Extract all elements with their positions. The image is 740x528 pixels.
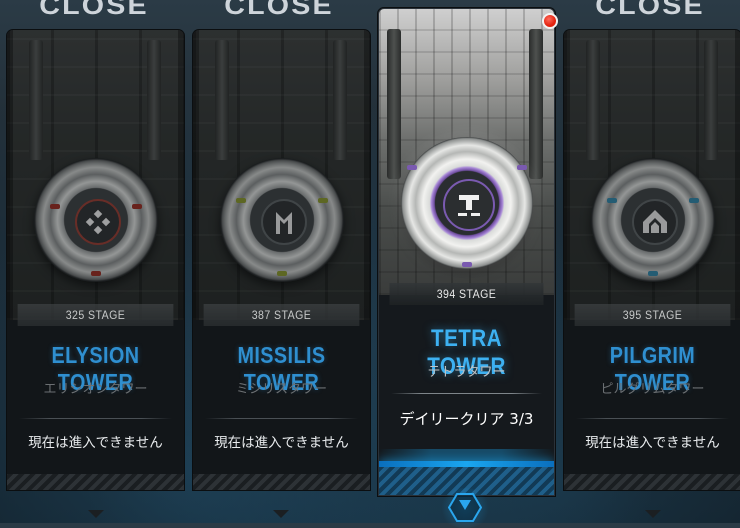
tower-dial [400, 137, 533, 269]
tower-name-jp: テトラタワー [427, 365, 506, 380]
pilgrim-arrow-icon [642, 210, 667, 233]
tower-card-tetra[interactable]: 394 STAGE TETRA TOWER テトラタワー デイリークリア 3/3 [378, 8, 555, 496]
tower-card-pilgrim[interactable]: 395 STAGE PILGRIM TOWER ピルグリムタワー 現在は進入でき… [564, 30, 740, 490]
tower-name-jp: エリシオンタワー [43, 382, 148, 397]
tower-name-jp: ピルグリムタワー [600, 382, 705, 397]
tetra-t-icon [457, 195, 480, 216]
tower-dial [33, 158, 158, 282]
missilis-m-icon [275, 212, 292, 234]
divider [19, 418, 172, 419]
daily-clear-status: デイリークリア 3/3 [399, 410, 534, 428]
tower-card-elysion[interactable]: 325 STAGE ELYSION TOWER エリシオンタワー 現在は進入でき… [7, 30, 184, 490]
card-footer-hatch [193, 474, 370, 490]
tower-status: 現在は進入できません [214, 435, 349, 451]
tower-dial [590, 158, 715, 282]
tower-card-missilis[interactable]: 387 STAGE MISSILIS TOWER ミシリスタワー 現在は進入でき… [193, 30, 370, 490]
stage-count: 394 STAGE [389, 283, 544, 305]
close-label-missilis: CLOSE [224, 0, 334, 20]
divider [205, 418, 358, 419]
tower-dial [219, 158, 344, 282]
close-label-pilgrim: CLOSE [595, 0, 705, 20]
card-footer-hatch [7, 474, 184, 490]
tower-status: 現在は進入できません [585, 435, 720, 451]
close-label-elysion: CLOSE [39, 0, 149, 20]
card-footer-hatch [564, 474, 740, 490]
divider [576, 418, 729, 419]
card-pointer [88, 510, 104, 518]
selected-hex-icon [448, 493, 482, 522]
card-pointer [273, 510, 289, 518]
stage-count: 325 STAGE [17, 304, 174, 326]
stage-count: 387 STAGE [203, 304, 360, 326]
notification-badge [542, 13, 558, 29]
tower-status: 現在は進入できません [28, 435, 163, 451]
elysion-diamond-icon [85, 209, 110, 235]
divider [391, 393, 542, 394]
card-pointer [645, 510, 661, 518]
stage-count: 395 STAGE [574, 304, 731, 326]
tower-name-jp: ミシリスタワー [235, 382, 327, 397]
